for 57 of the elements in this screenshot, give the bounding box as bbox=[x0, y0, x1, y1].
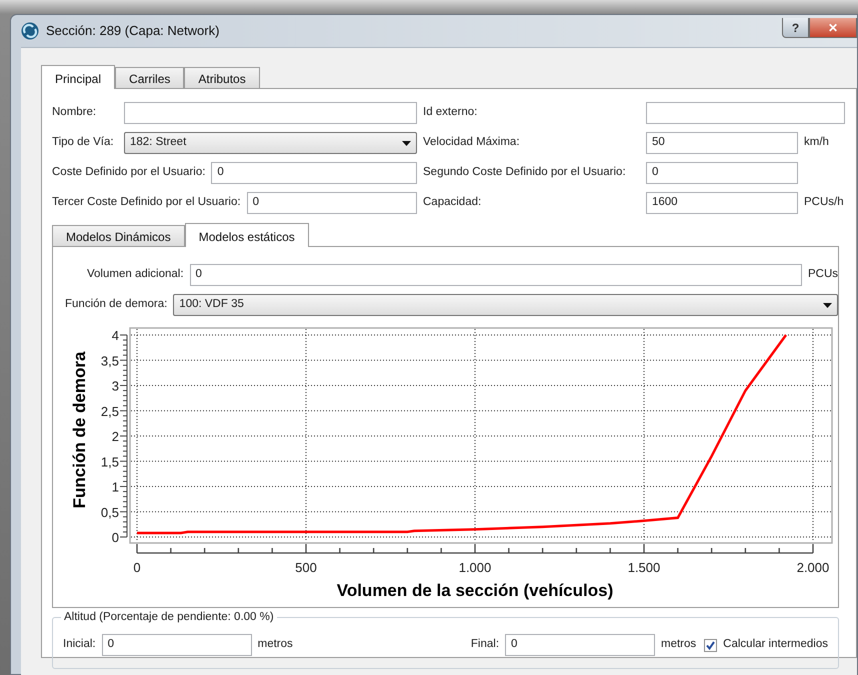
app-logo-icon bbox=[21, 22, 39, 40]
x-tick-label: 2.000 bbox=[796, 560, 830, 575]
unit-label: PCUs/h bbox=[804, 195, 844, 210]
field-label: Nombre: bbox=[52, 105, 98, 120]
input-field[interactable] bbox=[124, 102, 417, 124]
input-field[interactable]: 0 bbox=[646, 162, 798, 184]
x-tick-label: 1.500 bbox=[628, 560, 660, 575]
field-label: Tercer Coste Definido por el Usuario: bbox=[52, 195, 241, 210]
dropdown[interactable]: 182: Street bbox=[124, 132, 417, 154]
field-label: Final: bbox=[470, 637, 500, 652]
input-field[interactable] bbox=[646, 102, 845, 124]
tab[interactable]: Carriles bbox=[115, 67, 184, 88]
y-tick-label: 2 bbox=[112, 429, 119, 444]
y-tick-label: 2,5 bbox=[100, 404, 119, 419]
tab[interactable]: Modelos Dinámicos bbox=[52, 225, 185, 246]
field-label: Id externo: bbox=[423, 105, 478, 120]
input-field[interactable]: 0 bbox=[211, 162, 417, 184]
field-label: Segundo Coste Definido por el Usuario: bbox=[423, 165, 627, 180]
field-label: Función de demora: bbox=[65, 297, 168, 312]
field-label: Volumen adicional: bbox=[87, 267, 184, 282]
tab[interactable]: Principal bbox=[41, 65, 116, 89]
x-tick-label: 500 bbox=[295, 560, 317, 575]
input-field[interactable]: 1600 bbox=[646, 192, 798, 214]
help-button[interactable]: ? bbox=[782, 18, 809, 38]
input-field[interactable]: 50 bbox=[646, 132, 798, 154]
x-tick-label: 0 bbox=[133, 560, 141, 575]
y-tick-label: 1,5 bbox=[100, 454, 119, 470]
field-label: Coste Definido por el Usuario: bbox=[52, 165, 206, 180]
input-field[interactable]: 0 bbox=[505, 634, 656, 656]
y-tick-label: 0,5 bbox=[100, 504, 119, 520]
checkbox[interactable] bbox=[704, 638, 718, 652]
tab[interactable]: Modelos estáticos bbox=[184, 223, 309, 247]
caret-icon bbox=[823, 302, 832, 308]
checkbox-label: Calcular intermedios bbox=[723, 637, 828, 652]
dropdown[interactable]: 100: VDF 35 bbox=[173, 294, 838, 316]
unit-label: metros bbox=[258, 637, 293, 652]
field-label: Velocidad Máxima: bbox=[423, 135, 521, 150]
input-field[interactable]: 0 bbox=[246, 192, 417, 214]
unit-label: km/h bbox=[804, 135, 829, 150]
tab[interactable]: Atributos bbox=[184, 67, 260, 88]
y-tick-label: 3 bbox=[112, 378, 119, 394]
y-axis-title: Función de demora bbox=[70, 352, 89, 508]
field-label: Capacidad: bbox=[423, 195, 482, 210]
window-title: Sección: 289 (Capa: Network) bbox=[46, 22, 220, 40]
y-tick-label: 0 bbox=[112, 530, 119, 545]
y-tick-label: 4 bbox=[112, 328, 119, 343]
x-axis-title: Volumen de la sección (vehículos) bbox=[336, 581, 614, 600]
y-tick-label: 1 bbox=[112, 480, 119, 494]
y-tick-label: 3,5 bbox=[100, 353, 119, 368]
input-field[interactable]: 0 bbox=[190, 264, 802, 286]
unit-label: metros bbox=[661, 637, 696, 652]
input-field[interactable]: 0 bbox=[102, 634, 252, 656]
x-tick-label: 1.000 bbox=[458, 560, 492, 575]
unit-label: PCUs bbox=[808, 267, 838, 282]
caret-icon bbox=[402, 140, 411, 146]
field-label: Tipo de Vía: bbox=[52, 135, 115, 150]
field-label: Inicial: bbox=[63, 637, 96, 652]
